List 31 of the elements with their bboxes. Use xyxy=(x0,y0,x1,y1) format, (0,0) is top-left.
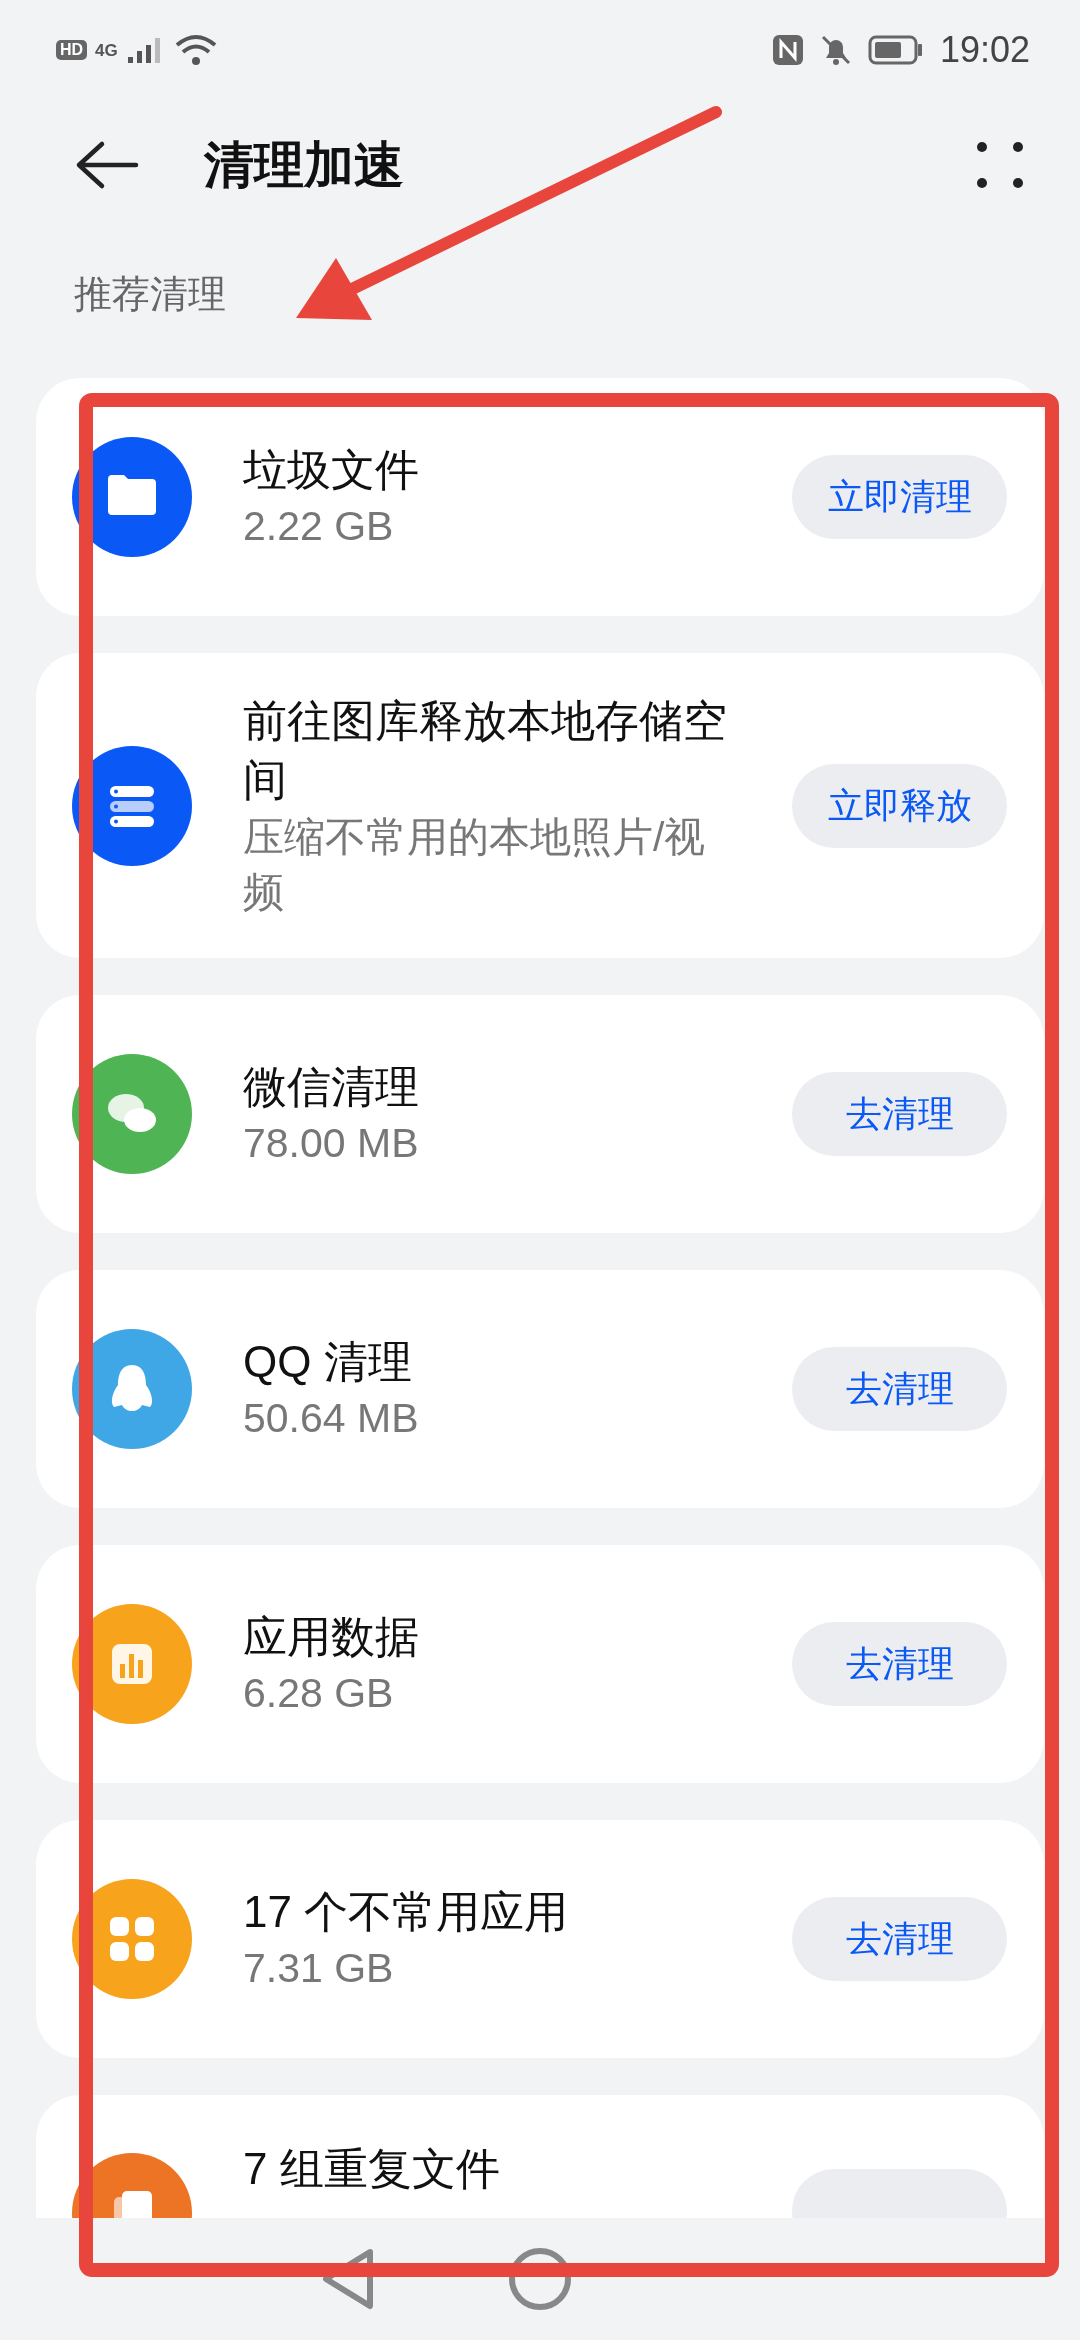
item-title: 17 个不常用应用 xyxy=(243,1886,570,1939)
muted-bell-icon xyxy=(819,34,852,66)
item-subtitle: 6.28 GB xyxy=(243,1669,395,1719)
item-title: QQ 清理 xyxy=(243,1336,413,1389)
hd-indicator: HD xyxy=(56,40,88,60)
item-title: 垃圾文件 xyxy=(243,443,420,496)
section-label: 推荐清理 xyxy=(74,273,226,315)
page-title: 清理加速 xyxy=(204,135,404,195)
item-title: 微信清理 xyxy=(243,1061,420,1114)
item-subtitle: 78.00 MB xyxy=(243,1119,420,1169)
clean-button[interactable]: 立即清理 xyxy=(792,455,1007,539)
status-time: 19:02 xyxy=(939,28,1030,72)
item-title: 7 组重复文件 xyxy=(243,2143,501,2196)
more-options-icon[interactable] xyxy=(976,141,1024,189)
nfc-icon xyxy=(771,34,804,66)
battery-icon xyxy=(867,35,924,65)
back-arrow-icon[interactable] xyxy=(74,140,140,190)
clean-button[interactable]: 去清理 xyxy=(792,1897,1007,1982)
clean-button[interactable]: 立即释放 xyxy=(792,763,1007,848)
item-subtitle: 7.31 GB xyxy=(243,1944,395,1994)
clean-button[interactable]: 去清理 xyxy=(792,1622,1007,1707)
item-subtitle: 压缩不常用的本地照片/视频 xyxy=(243,812,707,918)
wifi-icon xyxy=(173,33,218,67)
item-subtitle: 2.22 GB xyxy=(243,502,395,551)
network-type: 4G xyxy=(95,41,118,59)
clean-button[interactable]: 去清理 xyxy=(792,1347,1007,1432)
clean-button[interactable]: 去清理 xyxy=(792,1072,1007,1157)
item-title: 前往图库释放本地存储空间 xyxy=(243,695,728,807)
item-title: 应用数据 xyxy=(243,1611,420,1664)
home-icon[interactable] xyxy=(508,2247,572,2311)
item-subtitle: 50.64 MB xyxy=(243,1394,420,1444)
